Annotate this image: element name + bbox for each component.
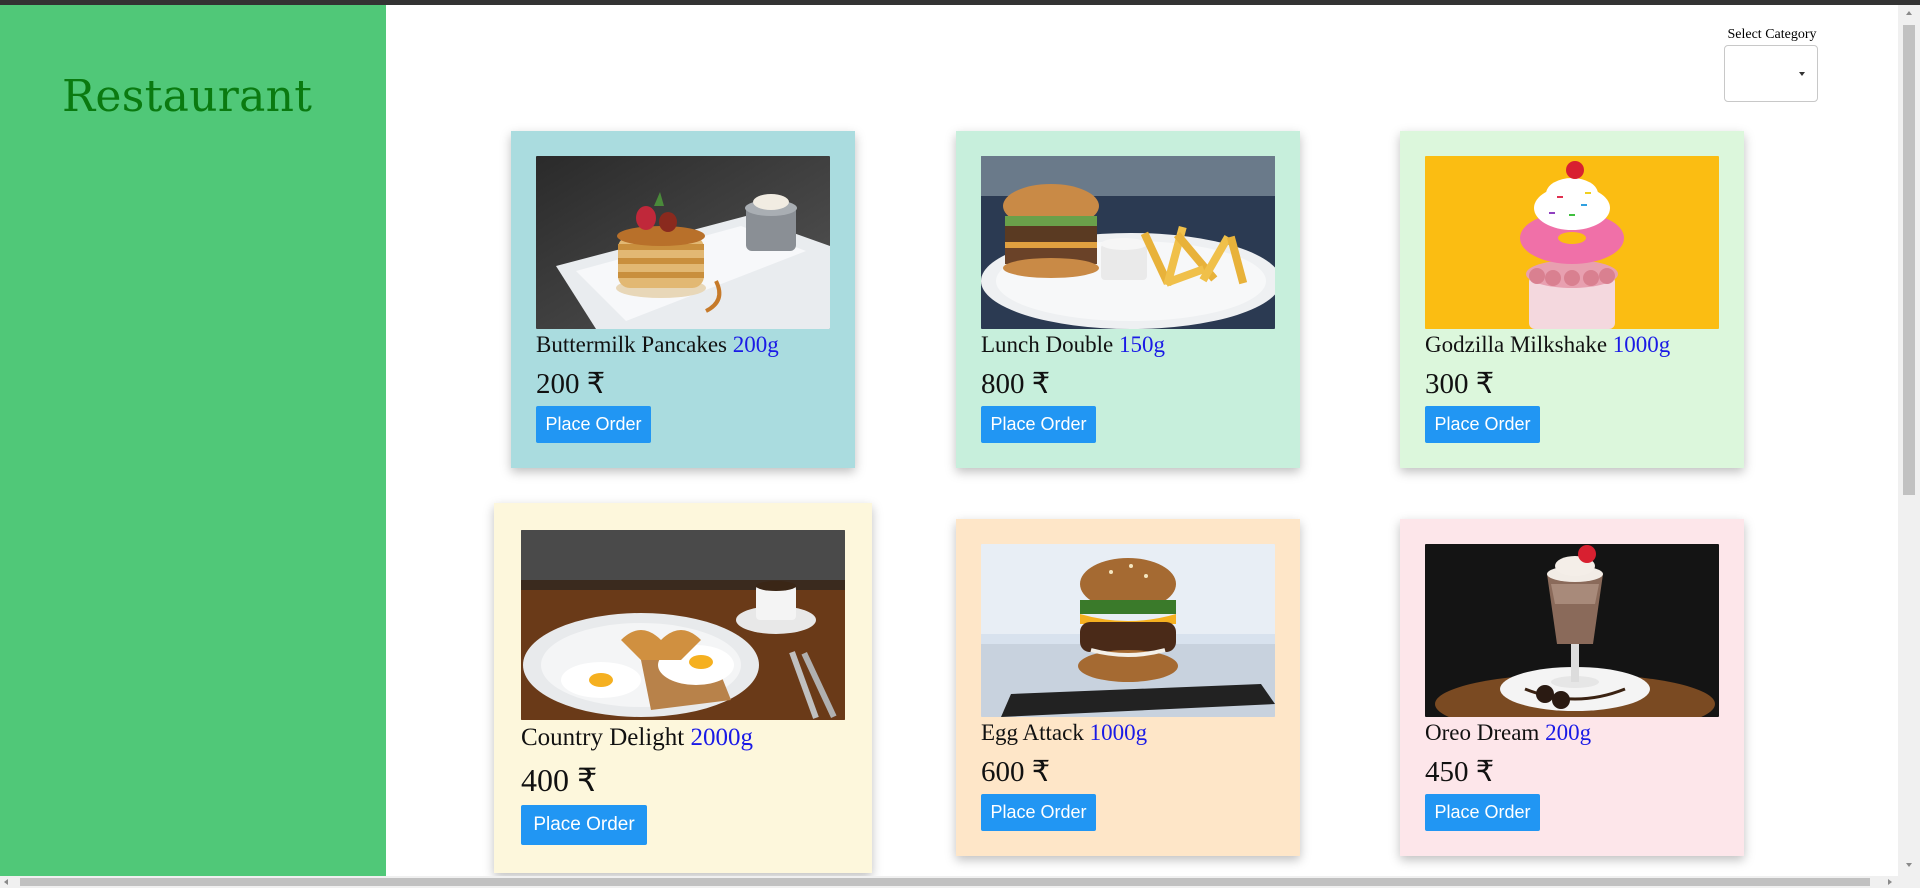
eggs-toast-photo xyxy=(521,530,845,720)
item-name: Egg Attack xyxy=(981,720,1084,745)
item-price: 450 ₹ xyxy=(1425,756,1495,788)
menu-card: Egg Attack 1000g 600 ₹ Place Order xyxy=(956,519,1300,856)
item-weight: 1000g xyxy=(1089,720,1148,745)
category-label: Select Category xyxy=(1727,27,1817,42)
chevron-down-icon xyxy=(1799,72,1805,76)
oreo-shake-photo xyxy=(1425,544,1719,717)
item-title: Godzilla Milkshake 1000g xyxy=(1425,332,1670,358)
horizontal-scroll-thumb[interactable] xyxy=(20,878,1870,886)
item-price: 600 ₹ xyxy=(981,756,1051,788)
menu-card: Lunch Double 150g 800 ₹ Place Order xyxy=(956,131,1300,468)
menu-card: Buttermilk Pancakes 200g 200 ₹ Place Ord… xyxy=(511,131,855,468)
item-price: 400 ₹ xyxy=(521,762,598,798)
milkshake-donut-photo xyxy=(1425,156,1719,329)
burger-fries-photo xyxy=(981,156,1275,329)
item-weight: 200g xyxy=(1545,720,1592,745)
scroll-up-icon[interactable] xyxy=(1906,11,1912,15)
pancakes-photo xyxy=(536,156,830,329)
place-order-button[interactable]: Place Order xyxy=(1425,406,1540,443)
scroll-left-icon[interactable] xyxy=(4,879,8,885)
scroll-down-icon[interactable] xyxy=(1906,863,1912,867)
vertical-scroll-thumb[interactable] xyxy=(1903,25,1915,495)
menu-card: Godzilla Milkshake 1000g 300 ₹ Place Ord… xyxy=(1400,131,1744,468)
menu-card: Oreo Dream 200g 450 ₹ Place Order xyxy=(1400,519,1744,856)
place-order-button[interactable]: Place Order xyxy=(536,406,651,443)
item-weight: 150g xyxy=(1118,332,1165,357)
item-price: 300 ₹ xyxy=(1425,368,1495,400)
place-order-button[interactable]: Place Order xyxy=(981,406,1096,443)
item-weight: 1000g xyxy=(1612,332,1671,357)
item-price: 800 ₹ xyxy=(981,368,1051,400)
egg-burger-photo xyxy=(981,544,1275,717)
item-weight: 200g xyxy=(732,332,779,357)
scroll-right-icon[interactable] xyxy=(1888,879,1892,885)
category-filter: Select Category xyxy=(1724,27,1820,102)
sidebar: Restaurant xyxy=(0,5,386,876)
item-price: 200 ₹ xyxy=(536,368,606,400)
brand-title: Restaurant xyxy=(62,71,313,122)
item-title: Egg Attack 1000g xyxy=(981,720,1147,746)
item-name: Godzilla Milkshake xyxy=(1425,332,1608,357)
item-title: Lunch Double 150g xyxy=(981,332,1165,358)
item-title: Buttermilk Pancakes 200g xyxy=(536,332,779,358)
place-order-button[interactable]: Place Order xyxy=(981,794,1096,831)
place-order-button[interactable]: Place Order xyxy=(1425,794,1540,831)
item-name: Country Delight xyxy=(521,724,685,751)
category-select[interactable] xyxy=(1724,45,1818,102)
item-title: Oreo Dream 200g xyxy=(1425,720,1591,746)
item-title: Country Delight 2000g xyxy=(521,724,753,752)
item-weight: 2000g xyxy=(690,724,753,751)
place-order-button[interactable]: Place Order xyxy=(521,805,647,845)
horizontal-scrollbar[interactable] xyxy=(0,876,1898,888)
menu-card: Country Delight 2000g 400 ₹ Place Order xyxy=(494,503,872,873)
item-name: Buttermilk Pancakes xyxy=(536,332,727,357)
vertical-scrollbar[interactable] xyxy=(1898,5,1920,888)
item-name: Lunch Double xyxy=(981,332,1114,357)
item-name: Oreo Dream xyxy=(1425,720,1540,745)
